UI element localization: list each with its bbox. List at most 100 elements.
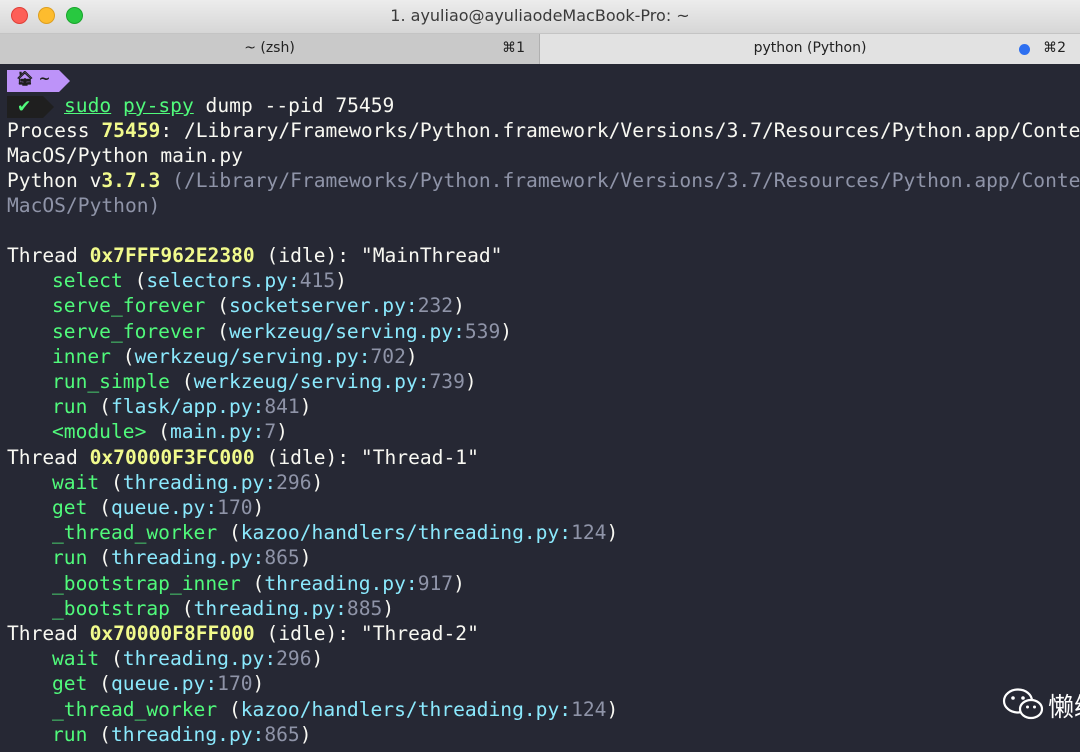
python-version-line: Python v3.7.3 (/Library/Frameworks/Pytho… bbox=[7, 168, 1080, 193]
frame-function: run bbox=[52, 722, 88, 746]
frame-function: select bbox=[52, 269, 123, 293]
prompt-status-segment: ✔ bbox=[7, 96, 54, 118]
frame-line: 170 bbox=[217, 672, 253, 696]
stack-frame: serve_forever (werkzeug/serving.py:539) bbox=[52, 319, 513, 343]
process-line: Process 75459: /Library/Frameworks/Pytho… bbox=[7, 118, 1080, 143]
stack-frame: _bootstrap_inner (threading.py:917) bbox=[52, 571, 465, 595]
activity-dot-icon bbox=[1019, 44, 1030, 55]
frame-function: serve_forever bbox=[52, 294, 206, 318]
frame-function: get bbox=[52, 672, 88, 696]
tab-shortcut: ⌘2 bbox=[1043, 40, 1066, 56]
window-title: 1. ayuliao@ayuliaodeMacBook-Pro: ~ bbox=[390, 6, 690, 25]
frame-file: werkzeug/serving.py bbox=[193, 370, 418, 393]
frame-file: threading.py bbox=[110, 722, 253, 746]
tab-shortcut: ⌘1 bbox=[502, 40, 525, 56]
thread-status: (idle): "Thread-2" bbox=[254, 622, 479, 645]
thread-header: Thread 0x70000F3FC000 (idle): "Thread-1" bbox=[7, 445, 479, 469]
stack-frame: _thread_worker (kazoo/handlers/threading… bbox=[52, 521, 619, 545]
stack-frame: select (selectors.py:415) bbox=[52, 269, 347, 293]
frame-file: werkzeug/serving.py bbox=[134, 344, 359, 368]
frame-file: flask/app.py bbox=[110, 395, 253, 419]
frame-file: threading.py bbox=[264, 571, 406, 595]
frame-line: 124 bbox=[571, 697, 607, 721]
command-name: py-spy bbox=[122, 94, 194, 117]
process-line-cont: MacOS/Python main.py bbox=[7, 144, 243, 167]
frame-function: run bbox=[52, 546, 88, 570]
title-bar: 1. ayuliao@ayuliaodeMacBook-Pro: ~ bbox=[0, 0, 1080, 33]
frame-line: 539 bbox=[464, 319, 501, 343]
thread-header: Thread 0x7FFF962E2380 (idle): "MainThrea… bbox=[7, 244, 503, 267]
command-line: sudo py-spy dump --pid 75459 bbox=[64, 93, 394, 118]
thread-id: 0x7FFF962E2380 bbox=[89, 244, 255, 267]
frame-line: 917 bbox=[417, 571, 454, 595]
command-args: dump --pid 75459 bbox=[193, 94, 395, 117]
frame-file: werkzeug/serving.py bbox=[228, 319, 454, 343]
frame-function: wait bbox=[52, 470, 100, 494]
thread-status: (idle): "MainThread" bbox=[254, 244, 503, 267]
frame-function: <module> bbox=[52, 420, 147, 444]
wechat-icon bbox=[1002, 688, 1044, 720]
tab-zsh[interactable]: ~ (zsh) ⌘1 bbox=[0, 34, 540, 64]
frame-function: run_simple bbox=[52, 370, 170, 393]
thread-id: 0x70000F8FF000 bbox=[89, 622, 255, 645]
stack-frame: wait (threading.py:296) bbox=[52, 470, 324, 494]
stack-frame: <module> (main.py:7) bbox=[52, 420, 288, 444]
frame-function: serve_forever bbox=[52, 319, 206, 343]
frame-file: main.py bbox=[169, 420, 253, 444]
frame-file: threading.py bbox=[122, 647, 265, 671]
frame-line: 885 bbox=[346, 596, 383, 620]
stack-frame: _bootstrap (threading.py:885) bbox=[52, 596, 395, 620]
frame-function: wait bbox=[52, 647, 100, 671]
python-version: 3.7.3 bbox=[101, 169, 161, 192]
frame-function: _bootstrap_inner bbox=[52, 571, 241, 595]
terminal-output[interactable]: 🏠︎ ~ ✔ sudo py-spy dump --pid 75459 Proc… bbox=[0, 64, 1080, 752]
frame-function: _thread_worker bbox=[52, 521, 218, 545]
thread-status: (idle): "Thread-1" bbox=[254, 445, 479, 469]
frame-function: inner bbox=[52, 344, 111, 368]
stack-frame: _thread_worker (kazoo/handlers/threading… bbox=[52, 697, 619, 721]
stack-frame: serve_forever (socketserver.py:232) bbox=[52, 294, 465, 318]
process-pid: 75459 bbox=[101, 119, 161, 142]
command-sudo: sudo bbox=[64, 94, 112, 117]
thread-header: Thread 0x70000F8FF000 (idle): "Thread-2" bbox=[7, 622, 479, 645]
frame-file: threading.py bbox=[110, 546, 253, 570]
home-context: 🏠︎ ~ bbox=[16, 71, 51, 87]
python-version-line-cont: MacOS/Python) bbox=[7, 194, 161, 217]
check-icon: ✔ bbox=[17, 97, 32, 117]
frame-line: 865 bbox=[264, 722, 300, 746]
stack-frame: run (flask/app.py:841) bbox=[52, 395, 312, 419]
frame-line: 702 bbox=[370, 344, 406, 368]
frame-file: selectors.py bbox=[146, 269, 288, 293]
watermark-text: 懒编程 bbox=[1048, 693, 1080, 723]
frame-line: 296 bbox=[276, 470, 312, 494]
stack-frame: inner (werkzeug/serving.py:702) bbox=[52, 344, 418, 368]
tab-label: ~ (zsh) bbox=[244, 40, 295, 56]
frame-function: get bbox=[52, 496, 88, 519]
prompt-context-segment: 🏠︎ ~ bbox=[7, 70, 70, 92]
terminal-window: 1. ayuliao@ayuliaodeMacBook-Pro: ~ ~ (zs… bbox=[0, 0, 1080, 752]
frame-function: _thread_worker bbox=[52, 697, 218, 721]
frame-line: 232 bbox=[417, 294, 454, 318]
stack-frame: get (queue.py:170) bbox=[52, 496, 265, 519]
tab-bar: ~ (zsh) ⌘1 python (Python) ⌘2 bbox=[0, 33, 1080, 64]
frame-line: 415 bbox=[299, 269, 336, 293]
frame-line: 739 bbox=[429, 370, 465, 393]
frame-line: 124 bbox=[571, 521, 607, 545]
tab-label: python (Python) bbox=[753, 40, 867, 56]
frame-line: 170 bbox=[217, 496, 253, 519]
frame-file: threading.py bbox=[193, 596, 336, 620]
stack-frame: get (queue.py:170) bbox=[52, 672, 265, 696]
frame-line: 841 bbox=[264, 395, 300, 419]
frame-file: socketserver.py bbox=[228, 294, 406, 318]
python-path: (/Library/Frameworks/Python.framework/Ve… bbox=[160, 169, 1080, 192]
frame-function: run bbox=[52, 395, 88, 419]
frame-line: 865 bbox=[264, 546, 300, 570]
process-path: : /Library/Frameworks/Python.framework/V… bbox=[160, 119, 1080, 142]
thread-id: 0x70000F3FC000 bbox=[89, 445, 255, 469]
frame-function: _bootstrap bbox=[52, 596, 170, 620]
frame-file: queue.py bbox=[110, 496, 206, 519]
tab-python[interactable]: python (Python) ⌘2 bbox=[540, 34, 1080, 64]
frame-file: threading.py bbox=[122, 470, 265, 494]
stack-frame: wait (threading.py:296) bbox=[52, 647, 324, 671]
stack-frame: run_simple (werkzeug/serving.py:739) bbox=[52, 370, 477, 393]
